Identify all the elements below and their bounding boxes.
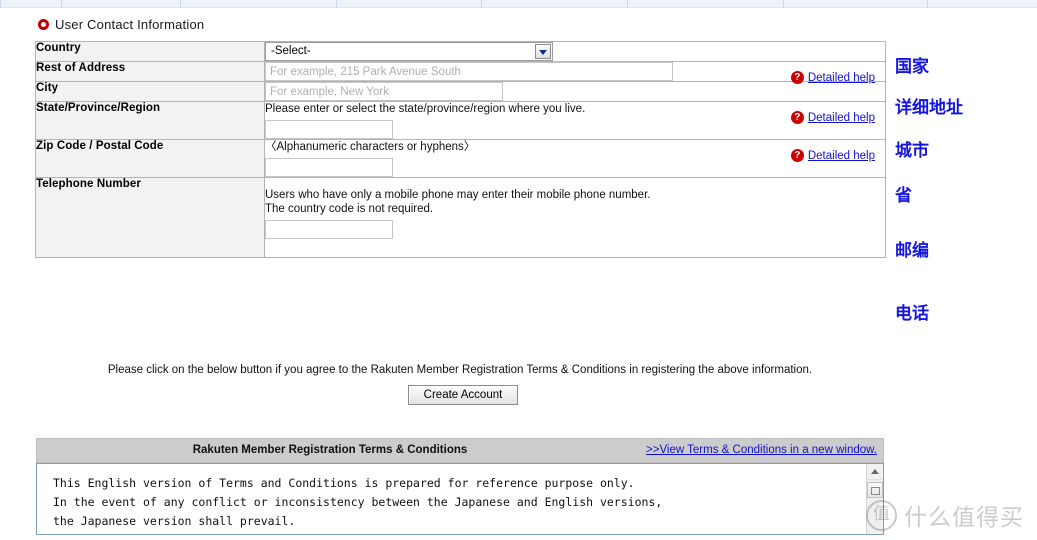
table-row: Telephone Number Users who have only a m… [35, 177, 886, 258]
browser-tab-7[interactable] [783, 0, 928, 7]
browser-tab-1[interactable] [0, 0, 62, 7]
section-header: User Contact Information [38, 17, 204, 32]
rest-of-address-input[interactable] [265, 62, 673, 81]
view-terms-new-window-link[interactable]: >>View Terms & Conditions in a new windo… [646, 444, 877, 456]
terms-body-text: This English version of Terms and Condit… [53, 476, 663, 528]
browser-tab-2[interactable] [61, 0, 181, 7]
row-label-rest-of-address: Rest of Address [35, 61, 265, 82]
question-mark-icon: ? [790, 111, 804, 124]
annotation-city: 城市 [895, 141, 929, 161]
page-title: User Contact Information [55, 17, 205, 32]
table-row: Zip Code / Postal Code 〈Alphanumeric cha… [35, 139, 886, 178]
row-value-state: Please enter or select the state/provinc… [264, 101, 886, 140]
browser-tab-5[interactable] [481, 0, 628, 7]
detailed-help-link[interactable]: Detailed help [808, 150, 875, 162]
annotation-zip: 邮编 [895, 241, 929, 261]
agreement-text: Please click on the below button if you … [107, 364, 813, 376]
row-label-telephone: Telephone Number [35, 177, 265, 258]
annotation-address: 详细地址 [895, 98, 963, 118]
table-row: State/Province/Region Please enter or se… [35, 101, 886, 140]
detailed-help-link[interactable]: Detailed help [808, 112, 875, 124]
row-value-rest-of-address: ? Detailed help [264, 61, 886, 84]
annotation-country: 国家 [895, 57, 929, 77]
row-label-city: City [35, 81, 265, 102]
scroll-up-arrow-icon[interactable] [867, 464, 883, 480]
row-label-state: State/Province/Region [35, 101, 265, 140]
annotation-telephone: 电话 [895, 304, 929, 324]
zip-input[interactable] [265, 158, 393, 177]
browser-tab-8[interactable] [927, 0, 1037, 7]
telephone-hint-line1: Users who have only a mobile phone may e… [265, 189, 651, 201]
city-input[interactable] [265, 82, 503, 101]
row-value-city [264, 81, 886, 102]
user-contact-form-table: Country -Select- Rest of Address ? Detai… [35, 41, 886, 258]
terms-textarea[interactable]: This English version of Terms and Condit… [36, 463, 884, 535]
watermark-text: 什么值得买 [904, 505, 1024, 531]
table-row: Rest of Address ? Detailed help [35, 61, 886, 84]
red-donut-icon [38, 19, 49, 30]
row-label-zip: Zip Code / Postal Code [35, 139, 265, 178]
country-select-value: -Select- [271, 45, 311, 57]
browser-tab-3[interactable] [180, 0, 337, 7]
country-select[interactable]: -Select- [265, 42, 553, 61]
terms-scrollbar[interactable] [866, 464, 883, 534]
row-value-zip: 〈Alphanumeric characters or hyphens〉 ? D… [264, 139, 886, 178]
telephone-hint-line2: The country code is not required. [265, 203, 434, 215]
browser-tab-6[interactable] [627, 0, 784, 7]
chevron-down-icon[interactable] [535, 44, 551, 59]
create-account-button[interactable]: Create Account [408, 385, 518, 405]
table-row: Country -Select- [35, 41, 886, 62]
row-value-country: -Select- [264, 41, 886, 62]
browser-tab-strip [0, 0, 1037, 8]
terms-panel: Rakuten Member Registration Terms & Cond… [36, 438, 884, 535]
telephone-input[interactable] [265, 220, 393, 239]
browser-tab-4[interactable] [336, 0, 482, 7]
terms-header-bar: Rakuten Member Registration Terms & Cond… [36, 438, 884, 463]
detailed-help-state[interactable]: ? Detailed help [790, 111, 875, 124]
watermark: 值 什么值得买 [866, 498, 1024, 532]
scrollbar-thumb[interactable] [867, 482, 883, 498]
row-value-telephone: Users who have only a mobile phone may e… [264, 177, 886, 258]
question-mark-icon: ? [790, 149, 804, 162]
row-label-country: Country [35, 41, 265, 62]
state-input[interactable] [265, 120, 393, 139]
detailed-help-zip[interactable]: ? Detailed help [790, 149, 875, 162]
table-row: City [35, 81, 886, 102]
annotation-state: 省 [895, 186, 912, 206]
